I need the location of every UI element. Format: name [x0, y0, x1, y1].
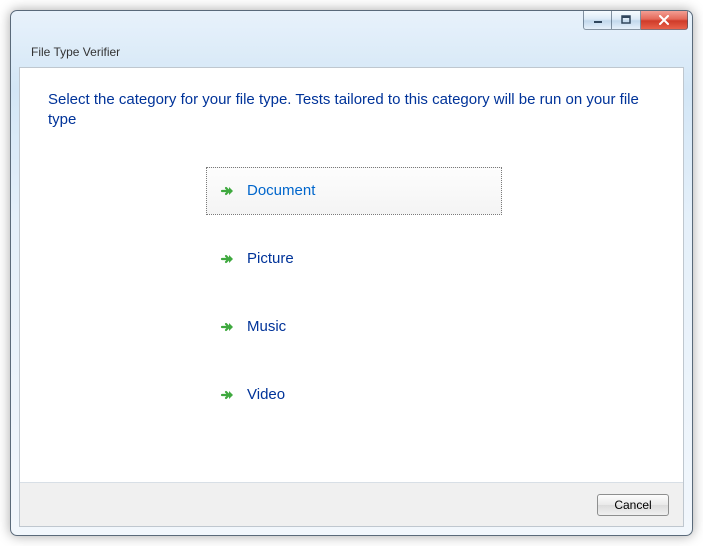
option-label: Video	[247, 386, 285, 403]
maximize-icon	[621, 15, 631, 25]
minimize-icon	[593, 15, 603, 25]
arrow-right-icon	[219, 183, 235, 199]
option-music[interactable]: Music	[206, 303, 502, 351]
category-options: Document Picture Music	[206, 167, 502, 419]
maximize-button[interactable]	[612, 11, 641, 30]
content-panel: Select the category for your file type. …	[19, 67, 684, 527]
arrow-right-icon	[219, 387, 235, 403]
option-label: Document	[247, 182, 315, 199]
option-document[interactable]: Document	[206, 167, 502, 215]
option-picture[interactable]: Picture	[206, 235, 502, 283]
window-title: File Type Verifier	[31, 45, 120, 59]
close-button[interactable]	[641, 11, 688, 30]
cancel-button[interactable]: Cancel	[597, 494, 669, 516]
app-window: File Type Verifier Select the category f…	[10, 10, 693, 536]
main-content: Select the category for your file type. …	[20, 68, 683, 482]
instruction-text: Select the category for your file type. …	[48, 90, 655, 131]
titlebar: File Type Verifier	[11, 11, 692, 67]
minimize-button[interactable]	[583, 11, 612, 30]
option-label: Music	[247, 318, 286, 335]
dialog-footer: Cancel	[20, 482, 683, 526]
window-controls	[583, 11, 688, 30]
arrow-right-icon	[219, 319, 235, 335]
option-label: Picture	[247, 250, 294, 267]
close-icon	[658, 15, 670, 25]
option-video[interactable]: Video	[206, 371, 502, 419]
arrow-right-icon	[219, 251, 235, 267]
